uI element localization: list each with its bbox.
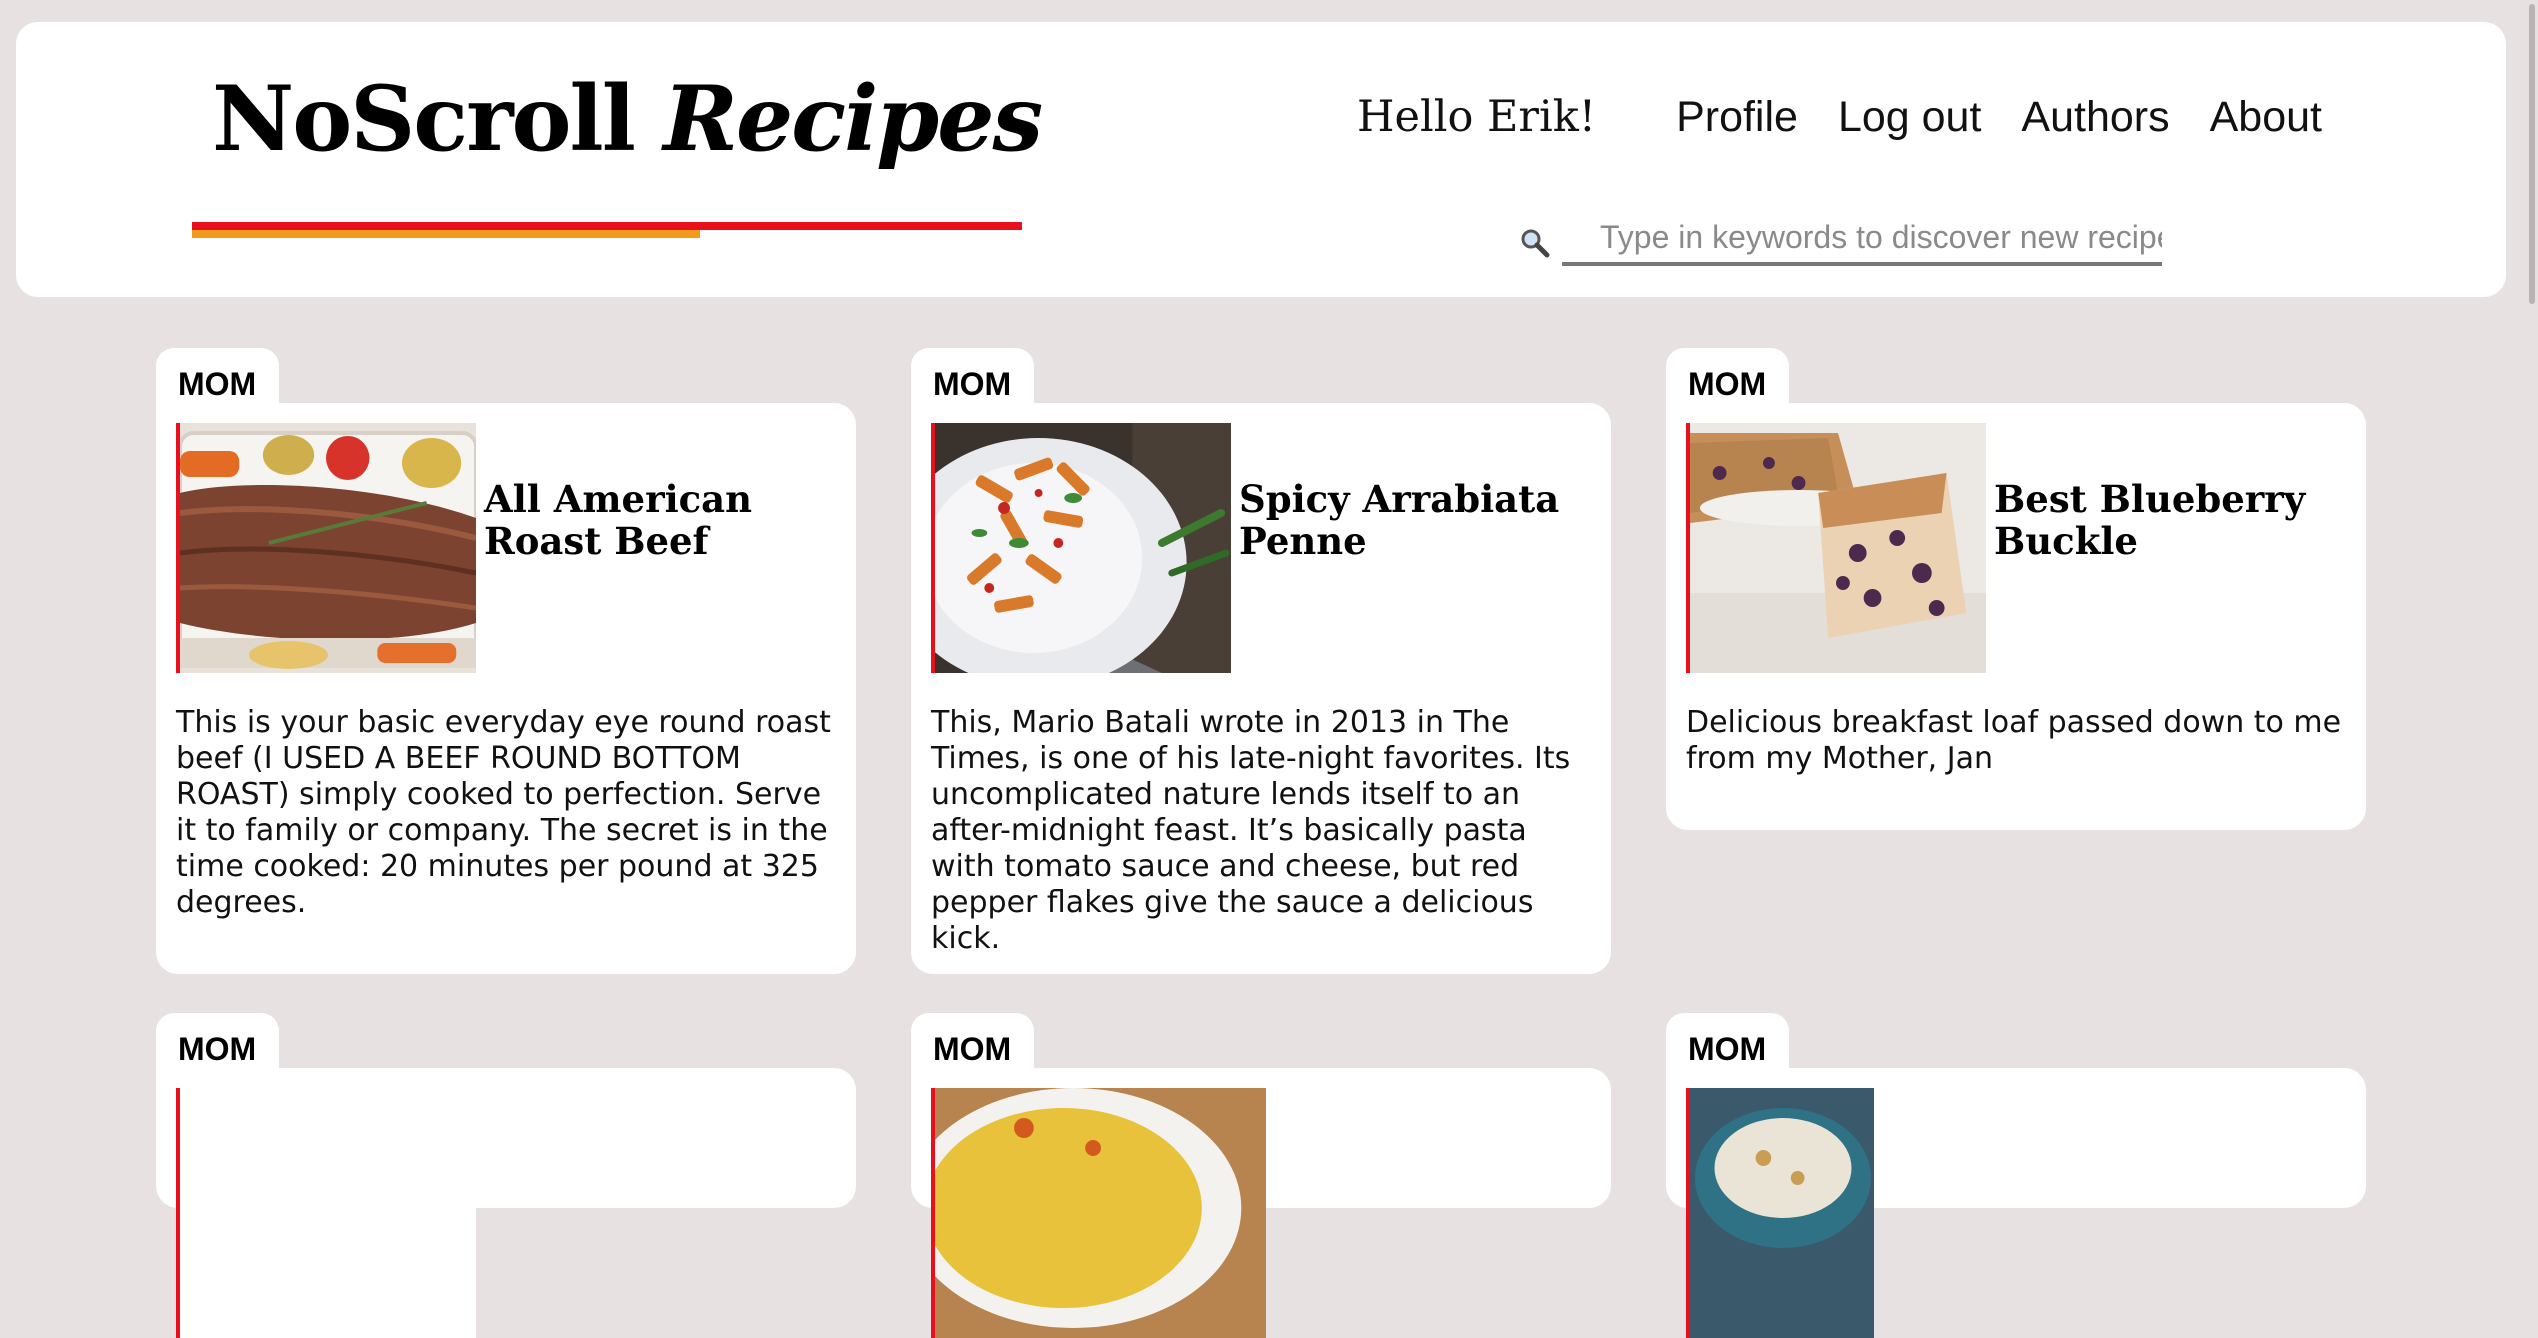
recipe-card-body[interactable]: Spicy Arrabiata Penne This, Mario Batali… <box>911 403 1611 974</box>
nav-about-link[interactable]: About <box>2210 93 2322 142</box>
recipe-description: This is your basic everyday eye round ro… <box>176 705 831 920</box>
recipe-card-body[interactable] <box>156 1068 856 1338</box>
recipe-card-body[interactable] <box>1666 1068 2366 1338</box>
recipe-image-bowl-dish[interactable] <box>1686 1088 1874 1338</box>
recipe-card[interactable]: MOM <box>1666 1013 2366 1338</box>
recipe-card[interactable]: MOM <box>156 1013 856 1338</box>
recipe-card-body[interactable] <box>911 1068 1611 1338</box>
recipe-title[interactable]: All American Roast Beef <box>484 478 834 562</box>
nav-logout-link[interactable]: Log out <box>1838 93 1981 142</box>
recipe-image-roast-beef[interactable] <box>176 423 476 673</box>
recipe-card[interactable]: MOM Best Blueberry Buckle Delicious brea… <box>1666 348 2366 830</box>
logo-underline-red <box>192 222 1022 230</box>
recipe-card[interactable]: MOM <box>911 348 1611 974</box>
nav-authors-link[interactable]: Authors <box>2021 93 2169 142</box>
recipe-title[interactable]: Best Blueberry Buckle <box>1994 478 2344 562</box>
page-scrollbar[interactable] <box>2526 0 2538 1128</box>
scrollbar-thumb[interactable] <box>2529 4 2535 304</box>
nav-profile-link[interactable]: Profile <box>1676 93 1798 142</box>
recipe-card[interactable]: MOM All American Roast Beef This is your… <box>156 348 856 974</box>
recipe-image[interactable] <box>176 1088 476 1338</box>
site-logo[interactable]: NoScroll Recipes <box>212 74 1043 164</box>
site-header: NoScroll Recipes Hello Erik! Profile Log… <box>16 22 2506 297</box>
recipe-card[interactable]: MOM <box>911 1013 1611 1338</box>
recipe-image-rice-dish[interactable] <box>931 1088 1266 1338</box>
search-bar <box>1506 212 2166 272</box>
recipe-image-penne[interactable] <box>931 423 1231 673</box>
user-greeting: Hello Erik! <box>1357 92 1597 142</box>
recipe-image-blueberry-buckle[interactable] <box>1686 423 1986 673</box>
recipe-title[interactable]: Spicy Arrabiata Penne <box>1239 478 1589 562</box>
recipe-card-body[interactable]: Best Blueberry Buckle Delicious breakfas… <box>1666 403 2366 830</box>
top-nav: Hello Erik! Profile Log out Authors Abou… <box>1357 92 2322 142</box>
search-icon <box>1520 228 1550 258</box>
recipe-description: This, Mario Batali wrote in 2013 in The … <box>931 705 1571 956</box>
recipe-description: Delicious breakfast loaf passed down to … <box>1686 705 2342 776</box>
search-input[interactable] <box>1562 212 2162 266</box>
recipe-card-body[interactable]: All American Roast Beef This is your bas… <box>156 403 856 974</box>
logo-underline-orange <box>192 230 700 238</box>
